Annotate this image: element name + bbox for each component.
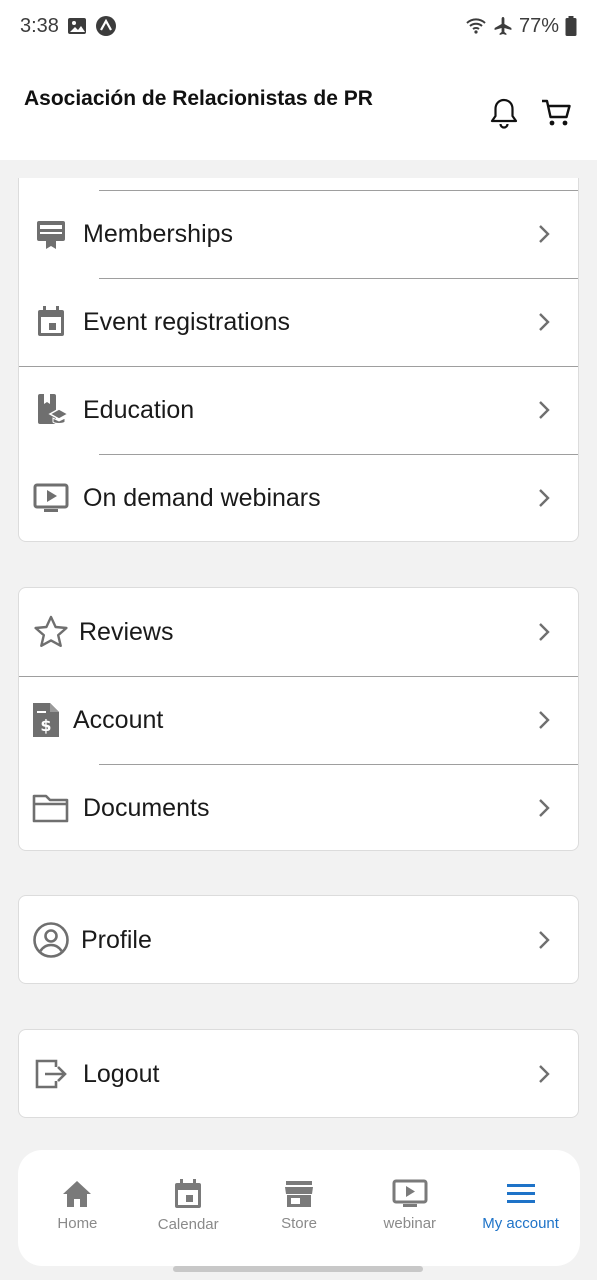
menu-item-account[interactable]: $ Account — [19, 676, 578, 764]
calendar-icon — [175, 1178, 202, 1208]
bottom-navigation: Home Calendar Store webinar My account — [18, 1150, 580, 1266]
logout-icon — [31, 1054, 71, 1094]
user-circle-icon — [31, 920, 71, 960]
menu-item-label: Documents — [83, 793, 210, 822]
airplane-icon — [493, 16, 513, 36]
status-time: 3:38 — [20, 14, 59, 37]
chevron-right-icon — [534, 224, 554, 244]
chevron-right-icon — [534, 710, 554, 730]
menu-item-on-demand-webinars[interactable]: On demand webinars — [19, 454, 578, 542]
star-icon — [31, 612, 71, 652]
nav-store[interactable]: Store — [244, 1179, 355, 1232]
menu-item-label: Logout — [83, 1059, 160, 1088]
battery-percent: 77% — [518, 14, 559, 37]
home-indicator[interactable] — [173, 1266, 423, 1272]
divider — [99, 278, 578, 279]
divider — [99, 764, 578, 765]
video-play-icon — [31, 478, 71, 518]
menu-icon — [506, 1183, 535, 1203]
nav-my-account[interactable]: My account — [465, 1179, 576, 1232]
menu-card-learning: Memberships Event registrations Educatio… — [18, 178, 579, 542]
chevron-right-icon — [534, 930, 554, 950]
menu-item-logout[interactable]: Logout — [19, 1030, 578, 1118]
nav-calendar[interactable]: Calendar — [133, 1178, 244, 1233]
calendar-event-icon — [31, 302, 71, 342]
svg-text:$: $ — [40, 716, 51, 735]
menu-item-event-registrations[interactable]: Event registrations — [19, 278, 578, 366]
menu-item-documents[interactable]: Documents — [19, 764, 578, 852]
menu-item-profile[interactable]: Profile — [19, 896, 578, 984]
chevron-right-icon — [534, 488, 554, 508]
divider — [19, 366, 578, 367]
home-icon — [63, 1180, 92, 1207]
menu-item-reviews[interactable]: Reviews — [19, 588, 578, 676]
membership-card-icon — [31, 214, 71, 254]
menu-item-label: Education — [83, 395, 195, 424]
cart-button[interactable] — [539, 96, 573, 130]
store-icon — [284, 1180, 313, 1207]
menu-card-account: Reviews $ Account Documents — [18, 587, 579, 851]
nav-label: Store — [281, 1214, 317, 1232]
divider — [19, 676, 578, 677]
nav-home[interactable]: Home — [22, 1179, 133, 1232]
nav-label: My account — [482, 1214, 559, 1232]
nav-webinar[interactable]: webinar — [354, 1179, 465, 1232]
invoice-icon: $ — [31, 700, 61, 740]
chevron-right-icon — [534, 1064, 554, 1084]
chevron-right-icon — [534, 312, 554, 332]
menu-item-label: Memberships — [83, 219, 234, 248]
bell-icon — [490, 98, 518, 129]
image-notification-icon — [67, 16, 87, 36]
menu-item-education[interactable]: Education — [19, 366, 578, 454]
chevron-right-icon — [534, 400, 554, 420]
menu-item-label: Profile — [81, 925, 152, 954]
nav-label: webinar — [383, 1214, 437, 1232]
status-bar: 3:38 77% — [0, 0, 597, 52]
webinar-icon — [392, 1179, 428, 1207]
menu-item-label: Event registrations — [83, 307, 291, 336]
menu-item-label: Account — [73, 705, 164, 734]
divider — [99, 454, 578, 455]
folder-icon — [31, 788, 71, 828]
wifi-icon — [465, 16, 487, 36]
menu-card-logout: Logout — [18, 1029, 579, 1118]
app-notification-icon — [95, 15, 117, 37]
cart-icon — [542, 99, 571, 126]
education-icon — [31, 390, 71, 430]
app-header: Asociación de Relacionistas de PR — [0, 52, 597, 160]
menu-item-label: On demand webinars — [83, 483, 321, 512]
menu-card-profile: Profile — [18, 895, 579, 984]
chevron-right-icon — [534, 622, 554, 642]
notifications-button[interactable] — [487, 96, 521, 130]
nav-label: Calendar — [157, 1215, 219, 1233]
menu-item-memberships[interactable]: Memberships — [19, 190, 578, 278]
battery-icon — [565, 16, 577, 36]
chevron-right-icon — [534, 798, 554, 818]
nav-label: Home — [57, 1214, 98, 1232]
menu-item-label: Reviews — [79, 617, 174, 646]
page-title: Asociación de Relacionistas de PR — [24, 87, 373, 110]
